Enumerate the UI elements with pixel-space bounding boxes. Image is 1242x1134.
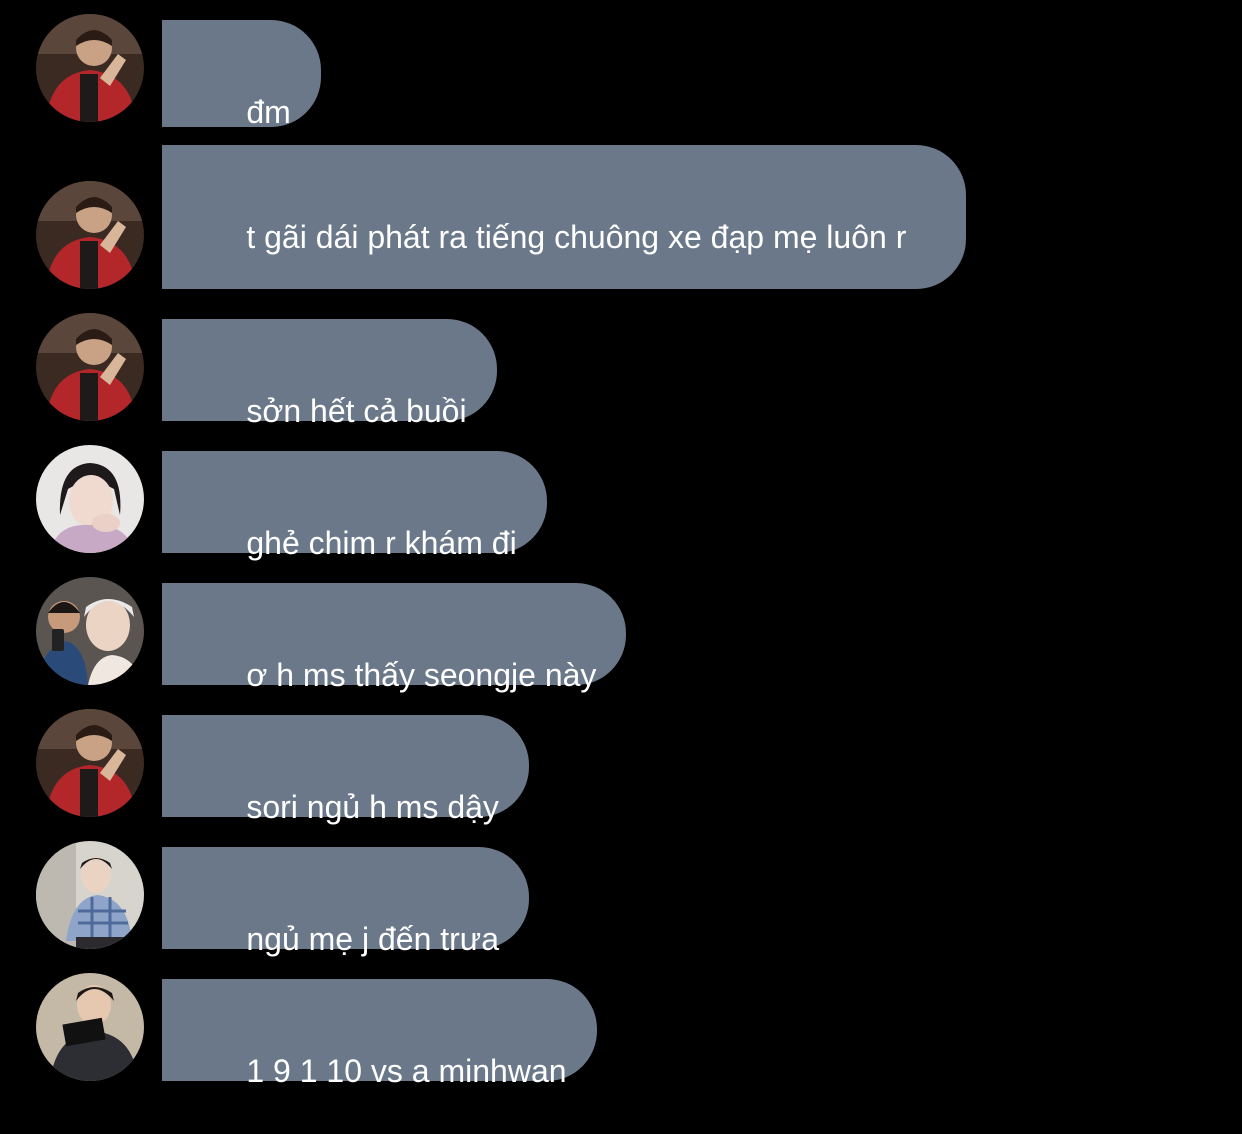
message-bubble[interactable]: sori ngủ h ms dậy <box>162 715 529 825</box>
message-bubble[interactable]: ơ h ms thấy seongje này <box>162 583 627 693</box>
avatar-two-boys-selfie-image <box>36 577 144 685</box>
avatar[interactable] <box>36 14 144 122</box>
avatar[interactable] <box>36 181 144 289</box>
message-row: ngủ mẹ j đến trưa <box>0 841 1242 957</box>
message-text: đm <box>246 94 291 130</box>
avatar-girl-white-image <box>36 445 144 553</box>
avatar-boy-red-jacket-image <box>36 181 144 289</box>
message-text: sori ngủ h ms dậy <box>246 789 499 825</box>
message-bubble[interactable]: sởn hết cả buồi <box>162 319 497 429</box>
avatar-boy-plaid-shirt-image <box>36 841 144 949</box>
message-bubble[interactable]: đm <box>162 20 321 130</box>
message-text: ghẻ chim r khám đi <box>246 525 517 561</box>
avatar[interactable] <box>36 973 144 1081</box>
message-bubble[interactable]: ngủ mẹ j đến trưa <box>162 847 530 957</box>
avatar-boy-red-jacket-image <box>36 14 144 122</box>
avatar[interactable] <box>36 577 144 685</box>
message-row: đm <box>0 14 1242 130</box>
message-text: ngủ mẹ j đến trưa <box>246 921 500 957</box>
message-text: t gãi dái phát ra tiếng chuông xe đạp mẹ… <box>246 219 907 255</box>
avatar[interactable] <box>36 841 144 949</box>
message-bubble[interactable]: t gãi dái phát ra tiếng chuông xe đạp mẹ… <box>162 145 966 289</box>
message-bubble[interactable]: ghẻ chim r khám đi <box>162 451 547 561</box>
avatar-boy-red-jacket-image <box>36 313 144 421</box>
message-text: 1 9 1 10 vs a minhwan <box>246 1053 567 1089</box>
message-row: 1 9 1 10 vs a minhwan <box>0 973 1242 1089</box>
avatar-boy-red-jacket-image <box>36 709 144 817</box>
avatar[interactable] <box>36 709 144 817</box>
message-text: ơ h ms thấy seongje này <box>246 657 597 693</box>
chat-thread: đm t gãi dái phát ra tiếng chuông xe đạp… <box>0 0 1242 1092</box>
message-row: t gãi dái phát ra tiếng chuông xe đạp mẹ… <box>0 145 1242 289</box>
message-row: ơ h ms thấy seongje này <box>0 577 1242 693</box>
message-row: ghẻ chim r khám đi <box>0 445 1242 561</box>
avatar[interactable] <box>36 445 144 553</box>
avatar[interactable] <box>36 313 144 421</box>
message-text: sởn hết cả buồi <box>246 393 467 429</box>
message-row: sori ngủ h ms dậy <box>0 709 1242 825</box>
message-bubble[interactable]: 1 9 1 10 vs a minhwan <box>162 979 597 1089</box>
message-row: sởn hết cả buồi <box>0 313 1242 429</box>
avatar-boy-sign-image <box>36 973 144 1081</box>
